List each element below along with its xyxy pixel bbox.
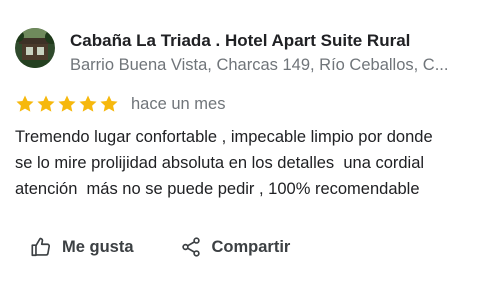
review-card: Cabaña La Triada . Hotel Apart Suite Rur…: [0, 0, 500, 300]
star-icon: [16, 95, 34, 112]
share-button[interactable]: Compartir: [180, 236, 291, 258]
review-date: hace un mes: [131, 95, 226, 113]
star-rating: [15, 94, 119, 114]
rating-row: hace un mes: [15, 94, 225, 114]
place-address: Barrio Buena Vista, Charcas 149, Río Ceb…: [70, 56, 449, 74]
thumbs-up-icon: [31, 237, 51, 257]
place-name[interactable]: Cabaña La Triada . Hotel Apart Suite Rur…: [70, 30, 480, 52]
like-button[interactable]: Me gusta: [30, 236, 134, 258]
star-icon: [58, 95, 76, 112]
place-info: Cabaña La Triada . Hotel Apart Suite Rur…: [70, 28, 480, 76]
star-icon: [37, 95, 55, 112]
star-icon: [79, 95, 97, 112]
like-label: Me gusta: [62, 238, 134, 256]
star-icon: [100, 95, 118, 112]
place-photo-icon: [15, 28, 55, 68]
place-avatar[interactable]: [15, 28, 55, 68]
share-icon: [181, 237, 200, 257]
review-header: Cabaña La Triada . Hotel Apart Suite Rur…: [15, 28, 480, 76]
review-text: Tremendo lugar confortable , impecable l…: [15, 128, 433, 198]
review-actions: Me gusta Compartir: [30, 236, 290, 258]
share-label: Compartir: [211, 238, 291, 256]
